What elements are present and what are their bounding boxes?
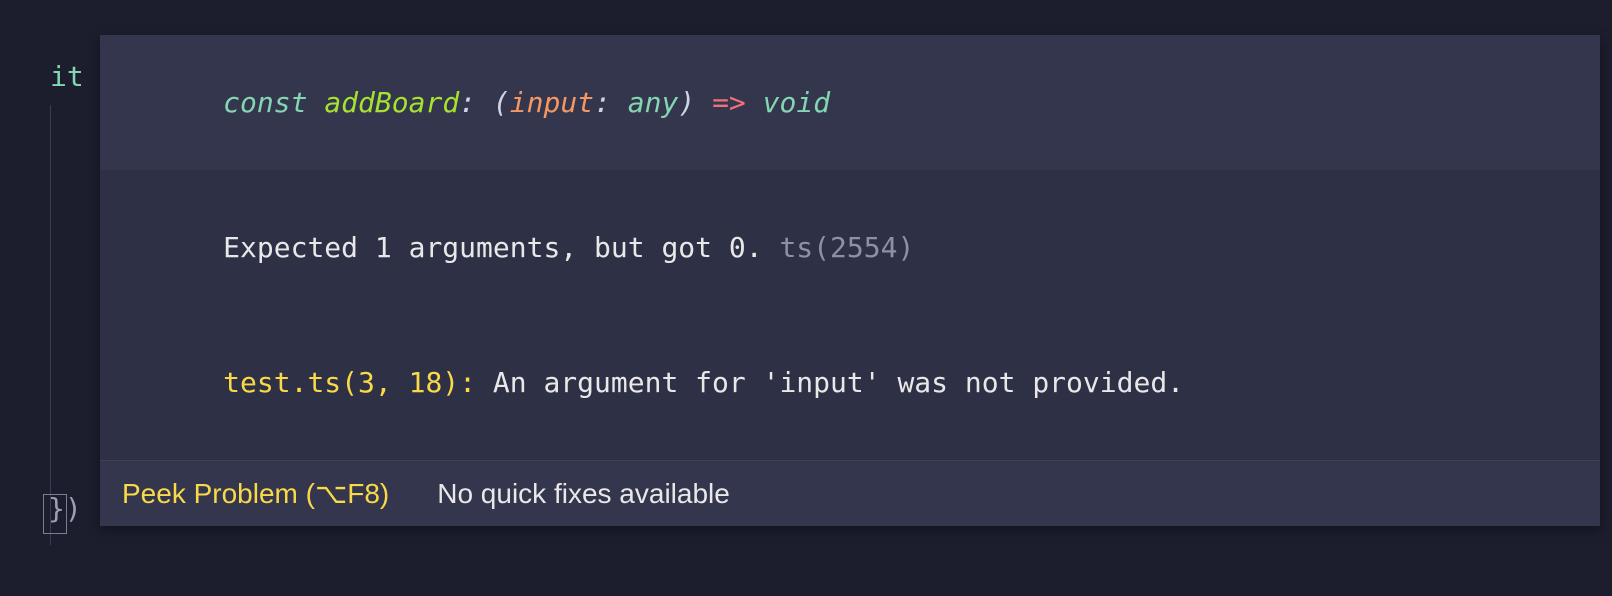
code-token-it: it: [50, 60, 84, 93]
sig-name: addBoard: [324, 86, 459, 119]
sig-param-colon: :: [594, 86, 628, 119]
sig-open-paren: (: [493, 86, 510, 119]
tooltip-error: Expected 1 arguments, but got 0. ts(2554…: [100, 170, 1600, 315]
sig-close-paren: ): [678, 86, 712, 119]
code-line-closing: }): [48, 492, 82, 525]
sig-param-type: any: [628, 86, 679, 119]
location-message: An argument for 'input' was not provided…: [493, 366, 1184, 399]
location-file: test.ts(3, 18):: [223, 366, 493, 399]
tooltip-actions: Peek Problem (⌥F8) No quick fixes availa…: [100, 460, 1600, 526]
peek-problem-link[interactable]: Peek Problem (⌥F8): [122, 477, 389, 510]
indent-guide: [50, 105, 51, 545]
hover-tooltip: const addBoard: (input: any) => void Exp…: [100, 35, 1600, 526]
sig-return-type: void: [763, 86, 830, 119]
editor-area[interactable]: it addBoard () }) const addBoard: (input:…: [0, 0, 1612, 596]
sig-param: input: [510, 86, 594, 119]
sig-colon: :: [459, 86, 493, 119]
tooltip-signature: const addBoard: (input: any) => void: [100, 35, 1600, 170]
code-line-it: it: [50, 60, 84, 93]
error-message: Expected 1 arguments, but got 0.: [223, 231, 779, 264]
sig-arrow: =>: [712, 86, 763, 119]
error-code: ts(2554): [779, 231, 914, 264]
quick-fix-status: No quick fixes available: [437, 478, 730, 510]
sig-keyword: const: [223, 86, 324, 119]
tooltip-location: test.ts(3, 18): An argument for 'input' …: [100, 315, 1600, 460]
